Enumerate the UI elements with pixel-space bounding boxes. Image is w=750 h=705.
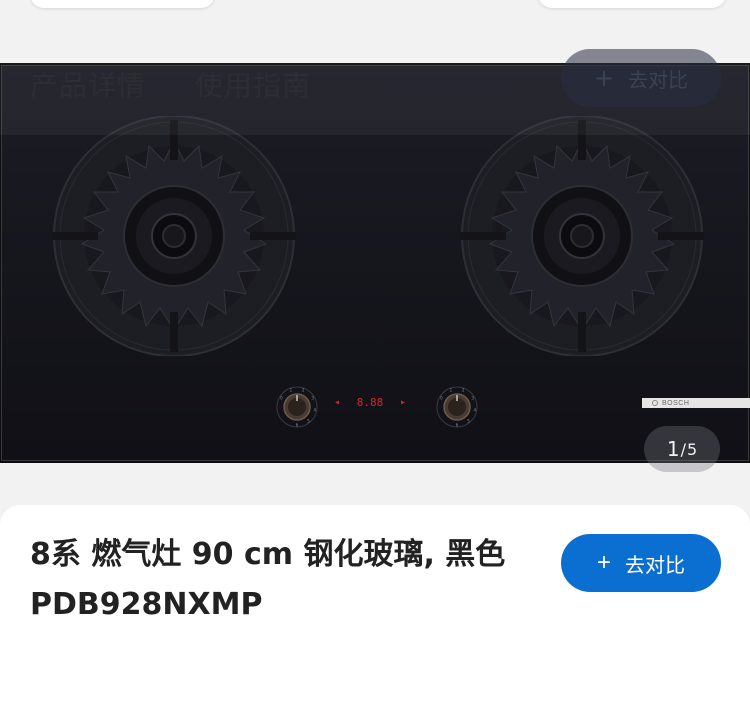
knob-marking: 6 [296,423,299,428]
top-pill-left[interactable] [30,0,215,8]
image-counter-current: 1 [666,437,680,461]
knob-marking: 2 [302,388,305,393]
burner-right [460,116,704,356]
image-counter: 1 / 5 [644,426,720,472]
compare-button[interactable]: + 去对比 [561,534,721,592]
top-pill-right[interactable] [538,0,726,8]
tab-user-guide[interactable]: 使用指南 [195,64,311,104]
compare-button-label: 去对比 [625,554,685,577]
knob-marking: 0 [440,396,443,401]
product-title: 8系 燃气灶 90 cm 钢化玻璃, 黑色 PDB928NXMP [30,537,506,622]
brand-strip: BOSCH [642,398,750,408]
image-counter-separator: / [680,439,686,459]
image-counter-total: 5 [686,439,698,459]
compare-button-header[interactable]: + 去对比 [561,49,721,107]
product-image-gallery[interactable]: 0123456 0123456 ◂ 8.88 ▸ BOSCH 产品详情 使用指南… [0,49,750,472]
knob-marking: 6 [456,423,459,428]
tab-bar: 产品详情 使用指南 + 去对比 [0,49,750,135]
display-digits: 8.88 [356,395,384,409]
knob-marking: 3 [471,396,474,401]
knob-marking: 4 [473,408,476,413]
timer-display: ◂ 8.88 ▸ [334,392,406,412]
burner-left [52,116,296,356]
compare-button-header-label: 去对比 [628,67,689,92]
plus-icon: + [593,64,615,92]
plus-icon: + [596,549,611,576]
knob-marking: 4 [313,408,316,413]
tab-product-details[interactable]: 产品详情 [30,64,146,104]
knob-marking: 3 [311,396,314,401]
knob-marking: 2 [462,388,465,393]
control-knob-left: 01 23456 [276,386,318,428]
display-right-arrow-icon: ▸ [399,396,406,408]
knob-marking: 1 [450,388,453,393]
knob-marking: 0 [280,396,283,401]
knob-marking: 1 [290,388,293,393]
display-left-arrow-icon: ◂ [334,396,341,408]
control-knob-right: 01 23456 [436,386,478,428]
brand-label: BOSCH [662,399,690,407]
bosch-logo-icon [652,400,658,406]
